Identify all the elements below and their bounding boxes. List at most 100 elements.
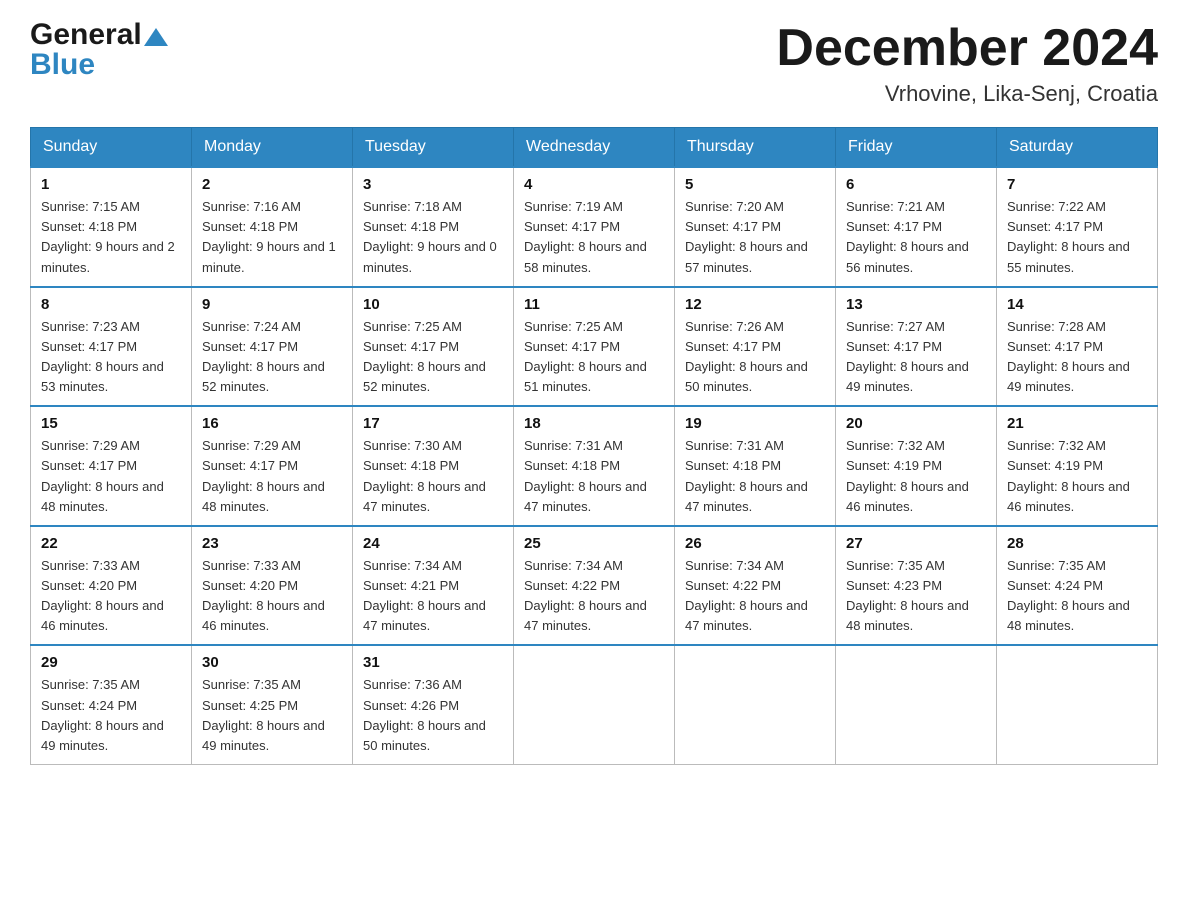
day-number: 23 [202, 535, 342, 552]
day-number: 17 [363, 415, 503, 432]
day-info: Sunrise: 7:35 AMSunset: 4:23 PMDaylight:… [846, 556, 986, 637]
calendar-cell: 28 Sunrise: 7:35 AMSunset: 4:24 PMDayligh… [997, 526, 1158, 646]
calendar-cell: 15Sunrise: 7:29 AMSunset: 4:17 PMDayligh… [31, 406, 192, 526]
week-row-5: 29 Sunrise: 7:35 AMSunset: 4:24 PMDayligh… [31, 645, 1158, 764]
calendar-cell: 20 Sunrise: 7:32 AMSunset: 4:19 PMDayligh… [836, 406, 997, 526]
day-number: 1 [41, 176, 181, 193]
day-info: Sunrise: 7:33 AMSunset: 4:20 PMDaylight:… [202, 556, 342, 637]
calendar-cell: 2 Sunrise: 7:16 AMSunset: 4:18 PMDaylight… [192, 167, 353, 287]
day-info: Sunrise: 7:34 AMSunset: 4:22 PMDaylight:… [524, 556, 664, 637]
calendar-cell: 21 Sunrise: 7:32 AMSunset: 4:19 PMDayligh… [997, 406, 1158, 526]
day-info: Sunrise: 7:34 AMSunset: 4:22 PMDaylight:… [685, 556, 825, 637]
day-info: Sunrise: 7:34 AMSunset: 4:21 PMDaylight:… [363, 556, 503, 637]
day-info: Sunrise: 7:16 AMSunset: 4:18 PMDaylight:… [202, 197, 342, 278]
calendar-cell: 24 Sunrise: 7:34 AMSunset: 4:21 PMDayligh… [353, 526, 514, 646]
calendar-cell [997, 645, 1158, 764]
day-info: Sunrise: 7:26 AMSunset: 4:17 PMDaylight:… [685, 317, 825, 398]
calendar-cell: 12Sunrise: 7:26 AMSunset: 4:17 PMDayligh… [675, 287, 836, 407]
day-number: 8 [41, 296, 181, 313]
day-info: Sunrise: 7:31 AMSunset: 4:18 PMDaylight:… [685, 436, 825, 517]
day-number: 26 [685, 535, 825, 552]
day-info: Sunrise: 7:21 AMSunset: 4:17 PMDaylight:… [846, 197, 986, 278]
week-row-3: 15Sunrise: 7:29 AMSunset: 4:17 PMDayligh… [31, 406, 1158, 526]
calendar-cell: 5 Sunrise: 7:20 AMSunset: 4:17 PMDaylight… [675, 167, 836, 287]
day-number: 6 [846, 176, 986, 193]
day-info: Sunrise: 7:28 AMSunset: 4:17 PMDaylight:… [1007, 317, 1147, 398]
day-info: Sunrise: 7:25 AMSunset: 4:17 PMDaylight:… [363, 317, 503, 398]
day-number: 25 [524, 535, 664, 552]
column-header-saturday: Saturday [997, 128, 1158, 168]
calendar-cell: 25 Sunrise: 7:34 AMSunset: 4:22 PMDayligh… [514, 526, 675, 646]
day-info: Sunrise: 7:32 AMSunset: 4:19 PMDaylight:… [846, 436, 986, 517]
day-info: Sunrise: 7:35 AMSunset: 4:24 PMDaylight:… [41, 675, 181, 756]
calendar-cell: 17 Sunrise: 7:30 AMSunset: 4:18 PMDayligh… [353, 406, 514, 526]
day-info: Sunrise: 7:35 AMSunset: 4:24 PMDaylight:… [1007, 556, 1147, 637]
day-number: 14 [1007, 296, 1147, 313]
day-info: Sunrise: 7:19 AMSunset: 4:17 PMDaylight:… [524, 197, 664, 278]
calendar-cell: 14 Sunrise: 7:28 AMSunset: 4:17 PMDayligh… [997, 287, 1158, 407]
column-header-thursday: Thursday [675, 128, 836, 168]
calendar-cell: 11Sunrise: 7:25 AMSunset: 4:17 PMDayligh… [514, 287, 675, 407]
calendar-cell: 29 Sunrise: 7:35 AMSunset: 4:24 PMDayligh… [31, 645, 192, 764]
calendar-cell: 10 Sunrise: 7:25 AMSunset: 4:17 PMDayligh… [353, 287, 514, 407]
calendar-cell: 9 Sunrise: 7:24 AMSunset: 4:17 PMDaylight… [192, 287, 353, 407]
day-info: Sunrise: 7:33 AMSunset: 4:20 PMDaylight:… [41, 556, 181, 637]
day-number: 18 [524, 415, 664, 432]
day-number: 28 [1007, 535, 1147, 552]
calendar-cell: 6 Sunrise: 7:21 AMSunset: 4:17 PMDaylight… [836, 167, 997, 287]
calendar-cell: 1 Sunrise: 7:15 AMSunset: 4:18 PMDaylight… [31, 167, 192, 287]
day-number: 13 [846, 296, 986, 313]
title-section: December 2024 Vrhovine, Lika-Senj, Croat… [776, 20, 1158, 107]
day-info: Sunrise: 7:24 AMSunset: 4:17 PMDaylight:… [202, 317, 342, 398]
column-header-wednesday: Wednesday [514, 128, 675, 168]
day-number: 27 [846, 535, 986, 552]
day-info: Sunrise: 7:35 AMSunset: 4:25 PMDaylight:… [202, 675, 342, 756]
day-number: 7 [1007, 176, 1147, 193]
week-row-1: 1 Sunrise: 7:15 AMSunset: 4:18 PMDaylight… [31, 167, 1158, 287]
week-row-2: 8 Sunrise: 7:23 AMSunset: 4:17 PMDaylight… [31, 287, 1158, 407]
day-info: Sunrise: 7:22 AMSunset: 4:17 PMDaylight:… [1007, 197, 1147, 278]
calendar-cell: 8 Sunrise: 7:23 AMSunset: 4:17 PMDaylight… [31, 287, 192, 407]
calendar-cell: 7 Sunrise: 7:22 AMSunset: 4:17 PMDaylight… [997, 167, 1158, 287]
day-number: 5 [685, 176, 825, 193]
day-number: 10 [363, 296, 503, 313]
calendar-cell [514, 645, 675, 764]
calendar-cell [675, 645, 836, 764]
calendar-cell: 31 Sunrise: 7:36 AMSunset: 4:26 PMDayligh… [353, 645, 514, 764]
day-number: 30 [202, 654, 342, 671]
day-number: 20 [846, 415, 986, 432]
calendar-cell: 3Sunrise: 7:18 AMSunset: 4:18 PMDaylight… [353, 167, 514, 287]
day-header-row: SundayMondayTuesdayWednesdayThursdayFrid… [31, 128, 1158, 168]
logo-triangle-icon [144, 28, 168, 46]
calendar-cell: 26 Sunrise: 7:34 AMSunset: 4:22 PMDayligh… [675, 526, 836, 646]
calendar-table: SundayMondayTuesdayWednesdayThursdayFrid… [30, 127, 1158, 765]
day-info: Sunrise: 7:25 AMSunset: 4:17 PMDaylight:… [524, 317, 664, 398]
calendar-cell: 22 Sunrise: 7:33 AMSunset: 4:20 PMDayligh… [31, 526, 192, 646]
week-row-4: 22 Sunrise: 7:33 AMSunset: 4:20 PMDayligh… [31, 526, 1158, 646]
day-info: Sunrise: 7:15 AMSunset: 4:18 PMDaylight:… [41, 197, 181, 278]
day-info: Sunrise: 7:29 AMSunset: 4:17 PMDaylight:… [41, 436, 181, 517]
day-number: 9 [202, 296, 342, 313]
day-info: Sunrise: 7:20 AMSunset: 4:17 PMDaylight:… [685, 197, 825, 278]
day-info: Sunrise: 7:30 AMSunset: 4:18 PMDaylight:… [363, 436, 503, 517]
location-subtitle: Vrhovine, Lika-Senj, Croatia [776, 81, 1158, 107]
day-number: 31 [363, 654, 503, 671]
column-header-tuesday: Tuesday [353, 128, 514, 168]
day-info: Sunrise: 7:23 AMSunset: 4:17 PMDaylight:… [41, 317, 181, 398]
day-info: Sunrise: 7:32 AMSunset: 4:19 PMDaylight:… [1007, 436, 1147, 517]
calendar-cell: 13 Sunrise: 7:27 AMSunset: 4:17 PMDayligh… [836, 287, 997, 407]
day-number: 4 [524, 176, 664, 193]
day-number: 24 [363, 535, 503, 552]
logo-general-text: General [30, 20, 142, 50]
day-number: 16 [202, 415, 342, 432]
day-number: 29 [41, 654, 181, 671]
day-number: 21 [1007, 415, 1147, 432]
day-number: 2 [202, 176, 342, 193]
day-number: 19 [685, 415, 825, 432]
calendar-cell: 19 Sunrise: 7:31 AMSunset: 4:18 PMDayligh… [675, 406, 836, 526]
day-number: 22 [41, 535, 181, 552]
day-info: Sunrise: 7:36 AMSunset: 4:26 PMDaylight:… [363, 675, 503, 756]
day-info: Sunrise: 7:31 AMSunset: 4:18 PMDaylight:… [524, 436, 664, 517]
day-info: Sunrise: 7:27 AMSunset: 4:17 PMDaylight:… [846, 317, 986, 398]
calendar-cell: 23 Sunrise: 7:33 AMSunset: 4:20 PMDayligh… [192, 526, 353, 646]
